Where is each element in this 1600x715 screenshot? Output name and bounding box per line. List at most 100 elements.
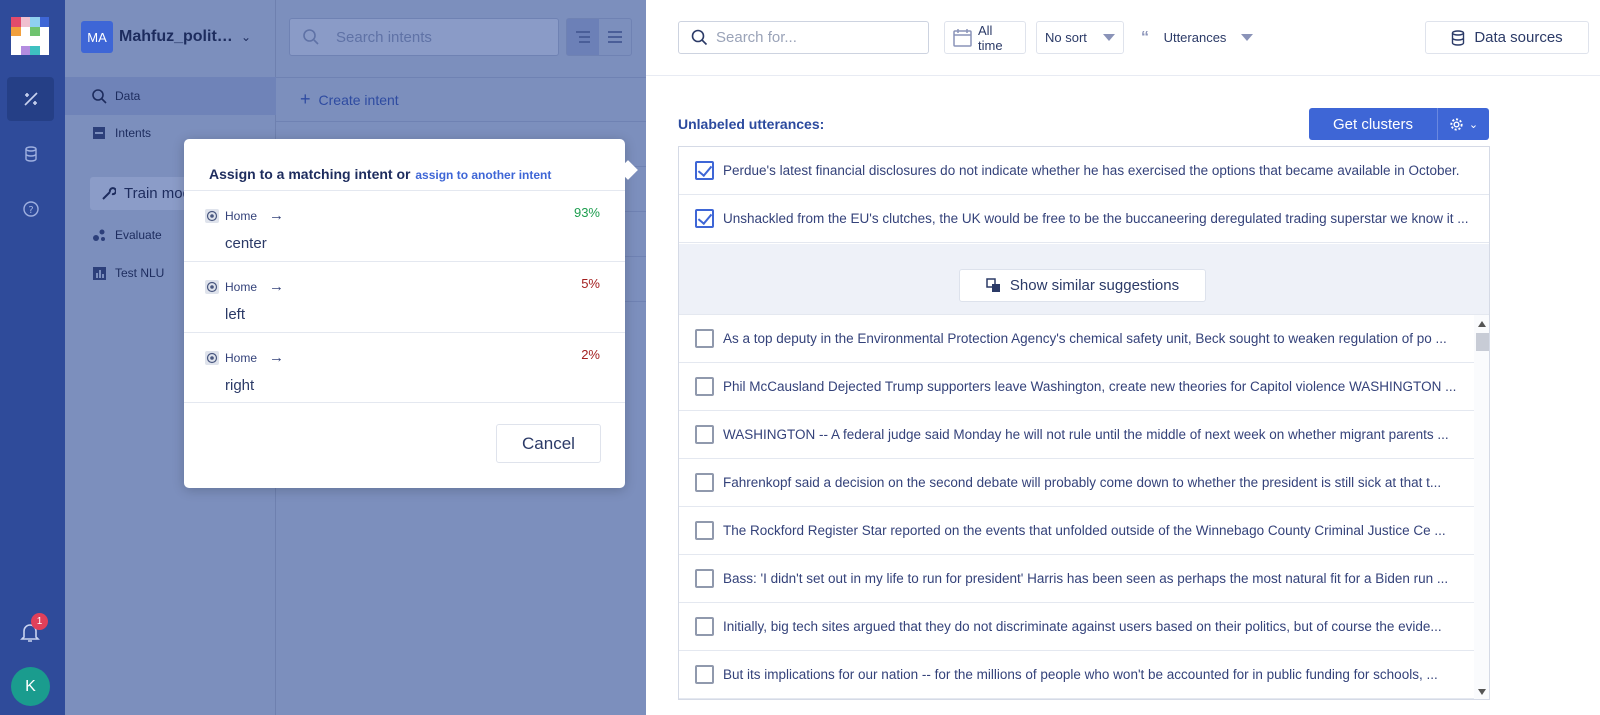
checkbox[interactable] (695, 521, 714, 540)
utterance-text: Perdue's latest financial disclosures do… (723, 163, 1460, 178)
checkbox[interactable] (695, 209, 714, 228)
list-item[interactable]: WASHINGTON -- A federal judge said Monda… (679, 411, 1474, 459)
main-panel: All time No sort “ Utterances Data sourc… (646, 0, 1600, 715)
time-filter-label: All time (978, 22, 1003, 53)
svg-text:?: ? (28, 205, 33, 216)
quote-icon: “ (1141, 28, 1149, 46)
scroll-up-icon[interactable] (1478, 321, 1486, 327)
utterance-list: Perdue's latest financial disclosures do… (678, 146, 1490, 700)
get-clusters-button[interactable]: Get clusters (1309, 108, 1437, 140)
search-input[interactable] (716, 29, 916, 46)
utterance-text: The Rockford Register Star reported on t… (723, 523, 1446, 538)
assign-intent-popover: Assign to a matching intent or assign to… (184, 139, 638, 488)
utterance-text: Fahrenkopf said a decision on the second… (723, 475, 1442, 490)
sidebar-item-label: Test NLU (115, 266, 165, 280)
wrench-icon (100, 186, 116, 202)
checkbox[interactable] (695, 329, 714, 348)
breadcrumb: Home → (205, 207, 284, 224)
scroll-down-icon[interactable] (1478, 689, 1486, 695)
checkbox[interactable] (695, 377, 714, 396)
checkbox[interactable] (695, 161, 714, 180)
help-icon[interactable]: ? (7, 187, 54, 231)
scrollbar[interactable] (1474, 315, 1489, 699)
cancel-button[interactable]: Cancel (496, 424, 601, 463)
list-item[interactable]: Fahrenkopf said a decision on the second… (679, 459, 1474, 507)
unlabeled-title: Unlabeled utterances: (678, 116, 825, 132)
search-icon (302, 28, 320, 46)
logo[interactable] (11, 17, 49, 55)
create-intent-button[interactable]: + Create intent (276, 77, 646, 122)
checkbox[interactable] (695, 617, 714, 636)
intent-option[interactable]: Home → right 2% (184, 332, 625, 403)
list-item[interactable]: Initially, big tech sites argued that th… (679, 603, 1474, 651)
intent-option[interactable]: Home → left 5% (184, 261, 625, 332)
checkbox[interactable] (695, 425, 714, 444)
checkbox[interactable] (695, 569, 714, 588)
cluster-settings-button[interactable]: ⌄ (1437, 108, 1489, 140)
time-filter-button[interactable]: All time (944, 21, 1026, 54)
confidence-score: 93% (573, 205, 600, 220)
intent-search-input[interactable]: Search intents (289, 18, 559, 56)
sort-label: No sort (1045, 30, 1087, 45)
checkbox[interactable] (695, 665, 714, 684)
target-icon (205, 208, 219, 223)
scrollbar-thumb[interactable] (1476, 333, 1489, 351)
search-icon (691, 29, 708, 46)
similar-band: Show similar suggestions (679, 244, 1489, 315)
caret-down-icon (1241, 34, 1253, 41)
breadcrumb: Home → (205, 278, 284, 295)
avatar[interactable]: K (11, 667, 50, 706)
list-item[interactable]: Unshackled from the EU's clutches, the U… (679, 195, 1489, 243)
arrow-right-icon: → (269, 207, 285, 224)
utterance-search (678, 21, 929, 54)
list-view-icon[interactable] (599, 19, 631, 55)
plus-icon: + (300, 89, 311, 109)
training-icon[interactable] (7, 77, 54, 121)
sidebar-item-data[interactable]: Data (65, 77, 276, 115)
sort-dropdown[interactable]: No sort (1036, 21, 1124, 54)
database-icon[interactable] (7, 132, 54, 176)
show-similar-label: Show similar suggestions (1009, 277, 1180, 294)
utterance-text: Initially, big tech sites argued that th… (723, 619, 1442, 634)
data-sources-button[interactable]: Data sources (1425, 21, 1589, 54)
sidebar-item-label: Intents (115, 126, 152, 140)
notification-badge: 1 (31, 613, 48, 630)
checkbox[interactable] (695, 473, 714, 492)
top-toolbar: All time No sort “ Utterances Data sourc… (646, 0, 1600, 76)
intent-name: left (225, 306, 246, 323)
icon-rail: ? 1 K (0, 0, 65, 715)
view-label: Utterances (1163, 30, 1227, 45)
show-similar-button[interactable]: Show similar suggestions (959, 269, 1206, 302)
utterance-text: Bass: 'I didn't set out in my life to ru… (723, 571, 1449, 586)
utterance-text: But its implications for our nation -- f… (723, 667, 1438, 682)
database-icon (1451, 29, 1465, 46)
confidence-score: 5% (581, 276, 600, 291)
intents-icon (91, 125, 107, 141)
list-item[interactable]: But its implications for our nation -- f… (679, 651, 1474, 699)
project-selector[interactable]: MA Mahfuz_politics ⌄ (81, 21, 251, 53)
list-item[interactable]: The Rockford Register Star reported on t… (679, 507, 1474, 555)
view-dropdown[interactable]: “ Utterances (1133, 21, 1261, 54)
intent-option[interactable]: Home → center 93% (184, 190, 625, 261)
chevron-down-icon: ⌄ (1468, 118, 1479, 131)
data-sources-label: Data sources (1474, 29, 1563, 46)
sidebar-item-label: Data (115, 89, 141, 103)
chart-icon (91, 265, 107, 281)
list-item[interactable]: Bass: 'I didn't set out in my life to ru… (679, 555, 1474, 603)
list-item[interactable]: Perdue's latest financial disclosures do… (679, 147, 1489, 195)
utterance-text: WASHINGTON -- A federal judge said Monda… (723, 427, 1449, 442)
sidebar-item-label: Evaluate (115, 228, 162, 242)
search-icon (91, 88, 107, 104)
calendar-icon (953, 28, 972, 47)
similar-icon (986, 278, 1001, 293)
view-toggle (566, 18, 632, 56)
gear-icon (1449, 117, 1464, 132)
project-name: Mahfuz_politics (119, 28, 233, 45)
assign-another-link[interactable]: assign to another intent (415, 168, 551, 182)
tree-view-icon[interactable] (567, 19, 599, 55)
chevron-down-icon: ⌄ (241, 30, 252, 44)
list-item[interactable]: Phil McCausland Dejected Trump supporter… (679, 363, 1474, 411)
list-item[interactable]: As a top deputy in the Environmental Pro… (679, 315, 1474, 363)
project-badge: MA (81, 21, 113, 53)
breadcrumb-home: Home (225, 350, 258, 365)
